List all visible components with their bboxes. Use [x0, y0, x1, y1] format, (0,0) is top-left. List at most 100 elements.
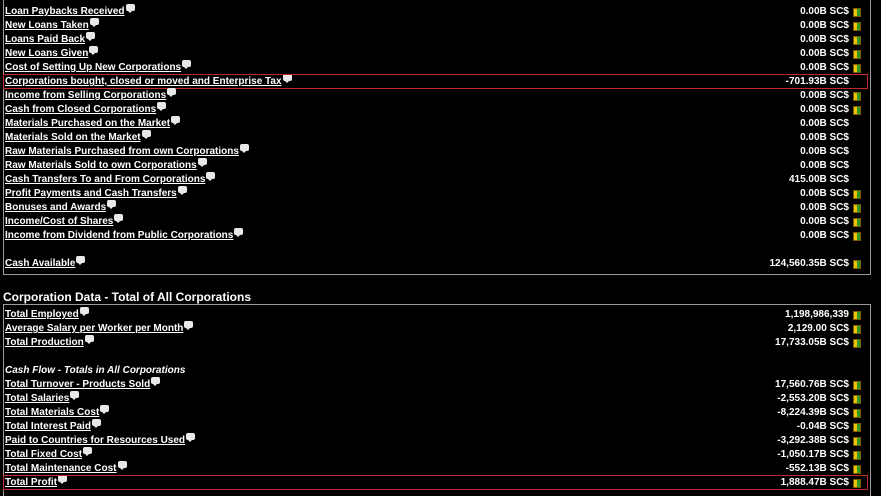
- row-label-link[interactable]: Total Maintenance Cost: [5, 461, 127, 476]
- row-label-link[interactable]: Materials Sold on the Market: [5, 130, 151, 145]
- report-row: Cash Transfers To and From Corporations 4…: [5, 172, 863, 187]
- comment-bubble-icon[interactable]: [182, 60, 192, 69]
- row-label-link[interactable]: Total Materials Cost: [5, 405, 110, 420]
- row-value: 0.00B SC$: [800, 48, 849, 59]
- row-label-link[interactable]: Raw Materials Sold to own Corporations: [5, 158, 207, 173]
- bar-chart-icon[interactable]: [853, 92, 861, 101]
- row-label-link[interactable]: Cash Transfers To and From Corporations: [5, 172, 216, 187]
- report-row: Cash Available 124,560.35B SC$: [5, 256, 863, 271]
- row-label-link[interactable]: Income from Selling Corporations: [5, 88, 177, 103]
- report-row: New Loans Given 0.00B SC$: [5, 46, 863, 61]
- bar-chart-icon[interactable]: [853, 465, 861, 474]
- bar-chart-icon[interactable]: [853, 218, 861, 227]
- row-label-link[interactable]: Cash from Closed Corporations: [5, 102, 167, 117]
- row-label-link[interactable]: Total Production: [5, 335, 94, 350]
- row-label-link[interactable]: Paid to Countries for Resources Used: [5, 433, 196, 448]
- report-row: Total Employed 1,198,986,339: [5, 307, 863, 322]
- row-label-link[interactable]: Income from Dividend from Public Corpora…: [5, 228, 244, 243]
- comment-bubble-icon[interactable]: [89, 18, 99, 27]
- subsection-heading: Cash Flow - Totals in All Corporations: [5, 365, 186, 376]
- row-label-link[interactable]: Loans Paid Back: [5, 32, 96, 47]
- comment-bubble-icon[interactable]: [107, 200, 117, 209]
- comment-bubble-icon[interactable]: [239, 144, 249, 153]
- comment-bubble-icon[interactable]: [184, 321, 194, 330]
- row-label-link[interactable]: Total Employed: [5, 307, 89, 322]
- comment-bubble-icon[interactable]: [157, 102, 167, 111]
- bar-chart-icon[interactable]: [853, 409, 861, 418]
- comment-bubble-icon[interactable]: [91, 419, 101, 428]
- comment-bubble-icon[interactable]: [84, 335, 94, 344]
- bar-chart-icon[interactable]: [853, 36, 861, 45]
- row-label-link[interactable]: Total Salaries: [5, 391, 80, 406]
- comment-bubble-icon[interactable]: [186, 433, 196, 442]
- comment-bubble-icon[interactable]: [206, 172, 216, 181]
- comment-bubble-icon[interactable]: [114, 214, 124, 223]
- bar-chart-icon[interactable]: [853, 232, 861, 241]
- row-label-link[interactable]: Profit Payments and Cash Transfers: [5, 186, 187, 201]
- comment-bubble-icon[interactable]: [86, 32, 96, 41]
- row-value: 124,560.35B SC$: [769, 258, 849, 269]
- row-label-link[interactable]: New Loans Given: [5, 46, 99, 61]
- comment-bubble-icon[interactable]: [100, 405, 110, 414]
- comment-bubble-icon[interactable]: [58, 475, 68, 484]
- comment-bubble-icon[interactable]: [117, 461, 127, 470]
- row-value: 1,198,986,339: [785, 309, 849, 320]
- comment-bubble-icon[interactable]: [151, 377, 161, 386]
- row-label-link[interactable]: Total Interest Paid: [5, 419, 101, 434]
- comment-bubble-icon[interactable]: [125, 4, 135, 13]
- report-row: Loans Paid Back 0.00B SC$: [5, 32, 863, 47]
- row-label-link[interactable]: Bonuses and Awards: [5, 200, 117, 215]
- section-title: Corporation Data - Total of All Corporat…: [3, 290, 251, 304]
- bar-chart-icon[interactable]: [853, 204, 861, 213]
- bar-chart-icon[interactable]: [853, 106, 861, 115]
- row-label-link[interactable]: New Loans Taken: [5, 18, 99, 33]
- comment-bubble-icon[interactable]: [171, 116, 181, 125]
- comment-bubble-icon[interactable]: [79, 307, 89, 316]
- row-label-link[interactable]: Loan Paybacks Received: [5, 4, 135, 19]
- comment-bubble-icon[interactable]: [76, 256, 86, 265]
- report-row: Materials Sold on the Market 0.00B SC$: [5, 130, 863, 145]
- bar-chart-icon[interactable]: [853, 50, 861, 59]
- report-row: Cash from Closed Corporations 0.00B SC$: [5, 102, 863, 117]
- report-row: New Loans Taken 0.00B SC$: [5, 18, 863, 33]
- row-label-link[interactable]: Raw Materials Purchased from own Corpora…: [5, 144, 249, 159]
- bar-chart-icon[interactable]: [853, 64, 861, 73]
- row-value: -1,050.17B SC$: [777, 449, 849, 460]
- row-label-link[interactable]: Cost of Setting Up New Corporations: [5, 60, 192, 75]
- bar-chart-icon[interactable]: [853, 381, 861, 390]
- comment-bubble-icon[interactable]: [282, 74, 292, 83]
- row-label-link[interactable]: Total Fixed Cost: [5, 447, 93, 462]
- bar-chart-icon[interactable]: [853, 423, 861, 432]
- bar-chart-icon[interactable]: [853, 437, 861, 446]
- comment-bubble-icon[interactable]: [167, 88, 177, 97]
- comment-bubble-icon[interactable]: [141, 130, 151, 139]
- bar-chart-icon[interactable]: [853, 260, 861, 269]
- row-label-link[interactable]: Average Salary per Worker per Month: [5, 321, 194, 336]
- row-label-link[interactable]: Total Turnover - Products Sold: [5, 377, 161, 392]
- row-label-link[interactable]: Income/Cost of Shares: [5, 214, 124, 229]
- row-value: -8,224.39B SC$: [777, 407, 849, 418]
- comment-bubble-icon[interactable]: [234, 228, 244, 237]
- bar-chart-icon[interactable]: [853, 451, 861, 460]
- comment-bubble-icon[interactable]: [177, 186, 187, 195]
- row-label-link[interactable]: Corporations bought, closed or moved and…: [5, 74, 292, 89]
- bar-chart-icon[interactable]: [853, 190, 861, 199]
- row-label-link[interactable]: Total Profit: [5, 475, 68, 490]
- bar-chart-icon[interactable]: [853, 8, 861, 17]
- comment-bubble-icon[interactable]: [70, 391, 80, 400]
- bar-chart-icon[interactable]: [853, 395, 861, 404]
- report-row: Total Salaries -2,553.20B SC$: [5, 391, 863, 406]
- bar-chart-icon[interactable]: [853, 325, 861, 334]
- report-row: Income from Dividend from Public Corpora…: [5, 228, 863, 243]
- comment-bubble-icon[interactable]: [89, 46, 99, 55]
- report-row: Bonuses and Awards 0.00B SC$: [5, 200, 863, 215]
- row-label-link[interactable]: Materials Purchased on the Market: [5, 116, 181, 131]
- row-label-link[interactable]: Cash Available: [5, 256, 86, 271]
- bar-chart-icon[interactable]: [853, 479, 861, 488]
- bar-chart-icon[interactable]: [853, 311, 861, 320]
- bar-chart-icon[interactable]: [853, 22, 861, 31]
- comment-bubble-icon[interactable]: [83, 447, 93, 456]
- bar-chart-icon[interactable]: [853, 339, 861, 348]
- row-value: 17,733.05B SC$: [775, 337, 849, 348]
- comment-bubble-icon[interactable]: [197, 158, 207, 167]
